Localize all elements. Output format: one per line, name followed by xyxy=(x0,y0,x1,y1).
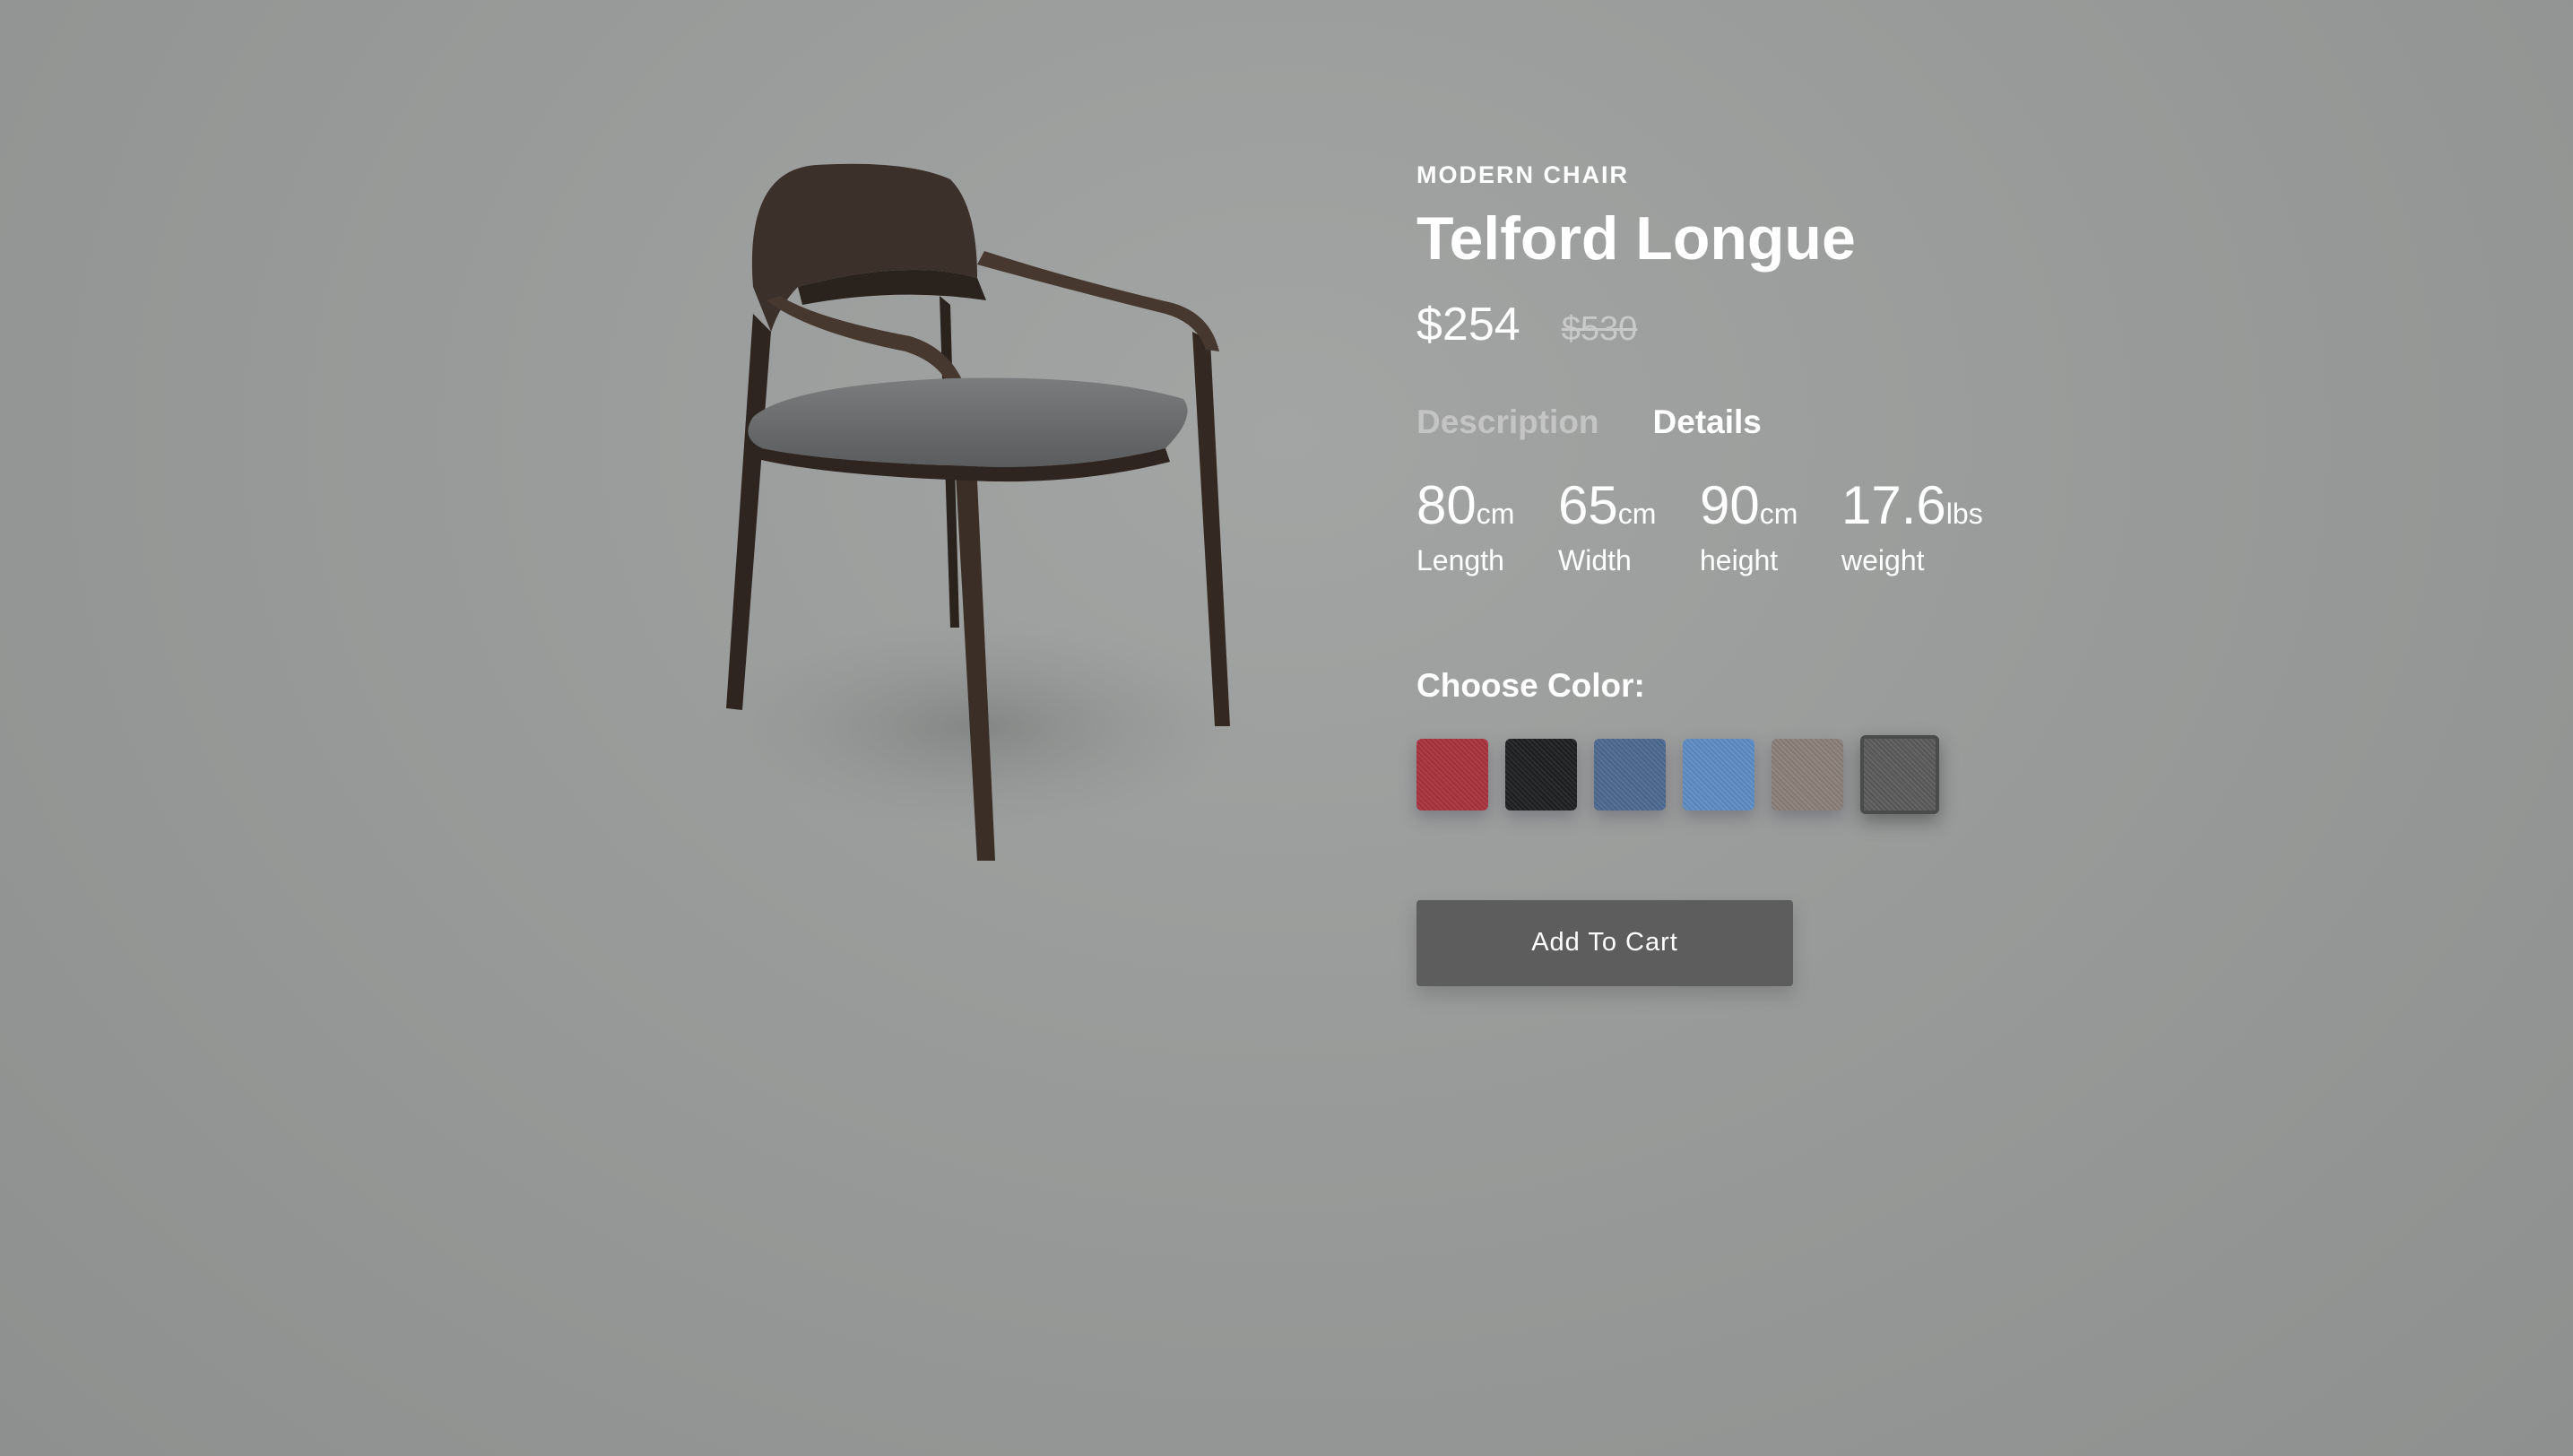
product-info: MODERN CHAIR Telford Longue $254 $530 De… xyxy=(1416,161,2134,986)
spec-unit: cm xyxy=(1617,497,1657,530)
spec-value: 80 xyxy=(1416,474,1477,535)
add-to-cart-button[interactable]: Add To Cart xyxy=(1416,899,1793,986)
spec-unit: lbs xyxy=(1945,497,1983,530)
product-category: MODERN CHAIR xyxy=(1416,161,1629,188)
spec-unit: cm xyxy=(1759,497,1798,530)
spec-label: Width xyxy=(1558,543,1632,576)
spec-value: 17.6 xyxy=(1841,474,1946,535)
product-tabs: Description Details xyxy=(1416,403,2134,441)
tab-details[interactable]: Details xyxy=(1653,403,1762,441)
color-swatch[interactable] xyxy=(1683,738,1754,810)
color-swatch[interactable] xyxy=(1505,738,1577,810)
spec-unit: cm xyxy=(1476,497,1515,530)
current-price: $254 xyxy=(1416,298,1520,351)
spec-label: weight xyxy=(1841,543,1925,576)
color-swatch[interactable] xyxy=(1416,738,1488,810)
color-swatch[interactable] xyxy=(1860,734,1939,814)
spec-weight: 17.6lbs weight xyxy=(1841,477,2003,577)
spec-width: 65cm Width xyxy=(1558,477,1700,577)
color-swatches xyxy=(1416,734,2134,814)
choose-color-label: Choose Color: xyxy=(1416,666,1645,704)
spec-label: Length xyxy=(1416,543,1504,576)
original-price: $530 xyxy=(1561,309,1638,348)
spec-height: 90cm height xyxy=(1700,477,1841,577)
specs-list: 80cm Length 65cm Width 90cm height 17.6l… xyxy=(1416,477,2134,577)
spec-value: 90 xyxy=(1700,474,1760,535)
price-row: $254 $530 xyxy=(1416,298,2134,351)
product-title: Telford Longue xyxy=(1416,204,1856,273)
color-swatch[interactable] xyxy=(1772,738,1843,810)
spec-length: 80cm Length xyxy=(1416,477,1558,577)
spec-value: 65 xyxy=(1558,474,1618,535)
product-image xyxy=(681,152,1273,906)
color-swatch[interactable] xyxy=(1594,738,1666,810)
tab-description[interactable]: Description xyxy=(1416,403,1599,441)
spec-label: height xyxy=(1700,543,1779,576)
